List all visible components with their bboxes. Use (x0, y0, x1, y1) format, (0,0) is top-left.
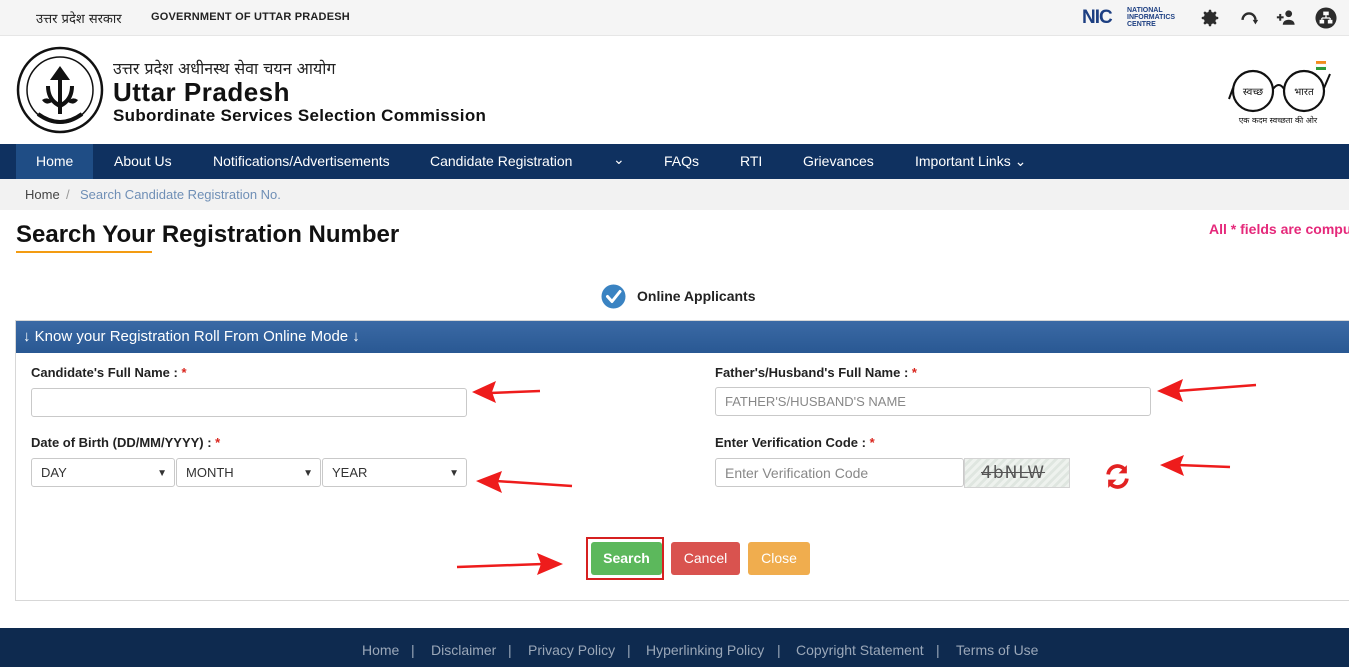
verification-code-label: Enter Verification Code : * (715, 435, 875, 450)
gov-hindi-text: उत्तर प्रदेश सरकार (36, 12, 122, 27)
nav-faqs[interactable]: FAQs (664, 144, 699, 179)
candidate-name-input[interactable] (31, 388, 467, 417)
footer-separator: | (508, 642, 512, 658)
sitemap-icon[interactable] (1315, 7, 1337, 29)
nav-rti[interactable]: RTI (740, 144, 762, 179)
cancel-button[interactable]: Cancel (671, 542, 740, 575)
online-applicants-label: Online Applicants (637, 288, 756, 304)
site-title: Uttar Pradesh (113, 77, 290, 107)
verification-code-input[interactable] (715, 458, 964, 487)
footer-link-privacy-policy[interactable]: Privacy Policy (528, 642, 615, 658)
main-nav: Home About Us Notifications/Advertisemen… (0, 144, 1349, 179)
footer-link-terms-of-use[interactable]: Terms of Use (956, 642, 1038, 658)
swachh-bharat-logo: स्वच्छ भारत एक कदम स्वच्छता की ओर (1228, 61, 1331, 125)
chevron-down-icon[interactable]: ⌄ (613, 144, 625, 179)
nic-line-1: NATIONAL (1127, 7, 1163, 14)
footer-separator: | (936, 642, 940, 658)
search-button[interactable]: Search (591, 542, 662, 575)
nav-about-us[interactable]: About Us (114, 144, 172, 179)
captcha-text: 4bNLW (981, 463, 1046, 483)
chevron-down-icon: ▼ (303, 468, 313, 479)
gear-icon[interactable] (1199, 7, 1221, 29)
gov-english-text: GOVERNMENT OF UTTAR PRADESH (151, 11, 350, 23)
panel-header: ↓ Know your Registration Roll From Onlin… (16, 321, 1349, 353)
swachh-left-text: स्वच्छ (1243, 87, 1263, 98)
dob-month-select[interactable]: MONTH ▼ (176, 458, 321, 487)
breadcrumb-home[interactable]: Home (25, 187, 60, 202)
chevron-down-icon: ▼ (449, 468, 459, 479)
swachh-right-text: भारत (1294, 87, 1314, 98)
nav-grievances[interactable]: Grievances (803, 144, 874, 179)
nic-line-2: INFORMATICS (1127, 14, 1176, 21)
annotation-arrow-right-icon (456, 553, 563, 575)
footer-separator: | (411, 642, 415, 658)
online-applicants-check-icon[interactable] (601, 284, 626, 309)
refresh-captcha-icon[interactable] (1104, 463, 1131, 490)
dob-year-select[interactable]: YEAR ▼ (322, 458, 467, 487)
nic-line-3: CENTRE (1127, 21, 1156, 28)
site-subtitle: Subordinate Services Selection Commissio… (113, 106, 487, 125)
up-emblem-logo[interactable] (16, 46, 104, 134)
nav-notifications[interactable]: Notifications/Advertisements (213, 144, 390, 179)
annotation-arrow-left-icon (1160, 455, 1231, 476)
footer-separator: | (777, 642, 781, 658)
add-user-icon[interactable] (1276, 7, 1298, 29)
headset-icon[interactable] (1238, 7, 1260, 29)
dob-day-select[interactable]: DAY ▼ (31, 458, 175, 487)
captcha-image: 4bNLW (964, 458, 1070, 488)
required-fields-note: All * fields are compulsory (1209, 221, 1349, 237)
site-header: उत्तर प्रदेश अधीनस्थ सेवा चयन आयोग Uttar… (0, 37, 1349, 144)
page-title: Search Your Registration Number (16, 221, 400, 248)
nic-mark-text: NIC (1082, 7, 1113, 28)
footer-link-copyright-statement[interactable]: Copyright Statement (796, 642, 924, 658)
title-underline (16, 251, 152, 253)
top-bar: उत्तर प्रदेश सरकार GOVERNMENT OF UTTAR P… (0, 0, 1349, 36)
footer-link-disclaimer[interactable]: Disclaimer (431, 642, 496, 658)
annotation-arrow-left-icon (476, 471, 573, 493)
dob-label: Date of Birth (DD/MM/YYYY) : * (31, 435, 221, 450)
father-name-input[interactable] (715, 387, 1151, 416)
candidate-name-label: Candidate's Full Name : * (31, 365, 187, 380)
footer-link-home[interactable]: Home (362, 642, 399, 658)
nav-home[interactable]: Home (16, 144, 93, 179)
footer-link-hyperlinking-policy[interactable]: Hyperlinking Policy (646, 642, 764, 658)
nav-candidate-registration[interactable]: Candidate Registration (430, 144, 572, 179)
annotation-arrow-left-icon (1157, 379, 1257, 402)
annotation-arrow-left-icon (472, 381, 541, 403)
breadcrumb-current: Search Candidate Registration No. (80, 187, 281, 202)
breadcrumb: Home / Search Candidate Registration No. (0, 179, 1349, 210)
breadcrumb-separator: / (66, 187, 70, 202)
swachh-tagline: एक कदम स्वच्छता की ओर (1239, 115, 1318, 125)
close-button[interactable]: Close (748, 542, 810, 575)
nic-logo[interactable]: NIC NATIONAL INFORMATICS CENTRE (1082, 6, 1186, 28)
site-footer: Home | Disclaimer | Privacy Policy | Hyp… (0, 628, 1349, 667)
chevron-down-icon: ▼ (157, 468, 167, 479)
commission-hindi-title: उत्तर प्रदेश अधीनस्थ सेवा चयन आयोग (113, 59, 336, 78)
nav-important-links[interactable]: Important Links ⌄ (915, 144, 1026, 179)
father-name-label: Father's/Husband's Full Name : * (715, 365, 917, 380)
footer-separator: | (627, 642, 631, 658)
